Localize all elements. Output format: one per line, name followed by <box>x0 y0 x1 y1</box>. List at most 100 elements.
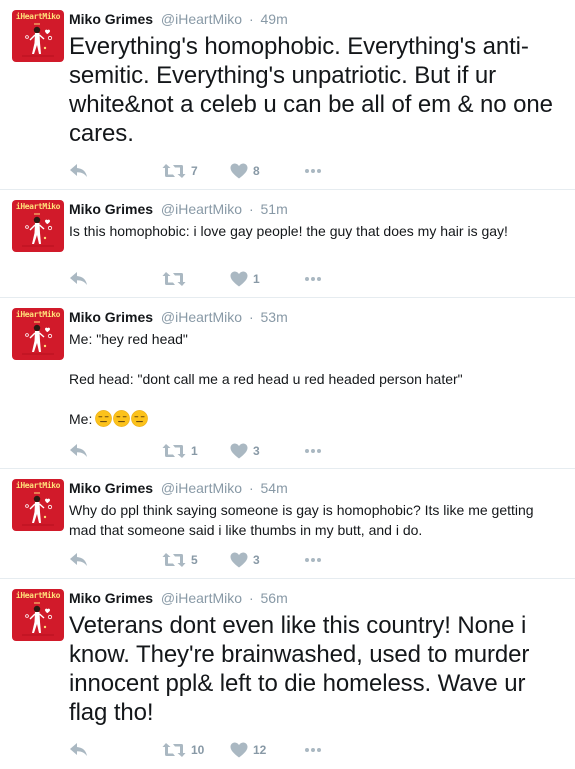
heart-icon <box>230 271 248 287</box>
retweet-icon <box>162 552 186 568</box>
tweet-header: Miko Grimes @iHeartMiko · 49m <box>69 10 561 28</box>
retweet-count: 1 <box>191 444 198 458</box>
more-dots-icon <box>304 747 322 753</box>
display-name[interactable]: Miko Grimes <box>69 480 153 496</box>
user-handle[interactable]: @iHeartMiko <box>161 309 242 325</box>
avatar-figure-icon <box>12 479 64 531</box>
like-count: 8 <box>253 164 260 178</box>
retweet-count: 5 <box>191 553 198 567</box>
reply-button[interactable] <box>69 269 89 289</box>
like-button[interactable]: 1 <box>230 269 260 289</box>
timestamp[interactable]: 54m <box>261 480 288 496</box>
retweet-button[interactable]: 7 <box>162 161 198 181</box>
retweet-icon <box>162 271 186 287</box>
retweet-count: 10 <box>191 743 205 757</box>
tweet-text: Is this homophobic: i love gay people! t… <box>69 223 508 239</box>
tweet-feed: iHeartMiko Miko Grimes @iHeartMiko · 49m… <box>0 0 575 769</box>
more-button[interactable] <box>304 161 322 181</box>
like-button[interactable]: 12 <box>230 740 266 760</box>
like-count: 3 <box>253 444 260 458</box>
retweet-button[interactable]: 10 <box>162 740 204 760</box>
like-count: 1 <box>253 272 260 286</box>
timestamp[interactable]: 49m <box>261 11 288 27</box>
emoji-group <box>95 410 148 427</box>
reply-button[interactable] <box>69 161 89 181</box>
more-button[interactable] <box>304 269 322 289</box>
reply-arrow-icon <box>69 271 89 287</box>
retweet-count: 7 <box>191 164 198 178</box>
user-handle[interactable]: @iHeartMiko <box>161 590 242 606</box>
like-count: 12 <box>253 743 267 757</box>
like-count: 3 <box>253 553 260 567</box>
tweet[interactable]: iHeartMiko Miko Grimes @iHeartMiko · 54m… <box>0 469 575 579</box>
user-handle[interactable]: @iHeartMiko <box>161 11 242 27</box>
reply-arrow-icon <box>69 163 89 179</box>
tweet-text: Veterans dont even like this country! No… <box>69 612 536 726</box>
reply-arrow-icon <box>69 443 89 459</box>
retweet-icon <box>162 742 186 758</box>
tweet-header: Miko Grimes @iHeartMiko · 54m <box>69 479 561 497</box>
separator-dot: · <box>248 309 254 325</box>
like-button[interactable]: 3 <box>230 550 260 570</box>
avatar-figure-icon <box>12 10 64 62</box>
heart-icon <box>230 443 248 459</box>
action-bar: 1 <box>69 269 389 289</box>
avatar[interactable]: iHeartMiko <box>12 589 64 641</box>
avatar[interactable]: iHeartMiko <box>12 479 64 531</box>
like-button[interactable]: 3 <box>230 441 260 461</box>
timestamp[interactable]: 51m <box>261 201 288 217</box>
separator-dot: · <box>248 11 254 27</box>
more-button[interactable] <box>304 740 322 760</box>
tweet-header: Miko Grimes @iHeartMiko · 53m <box>69 308 561 326</box>
avatar-figure-icon <box>12 200 64 252</box>
tweet[interactable]: iHeartMiko Miko Grimes @iHeartMiko · 51m… <box>0 190 575 298</box>
reply-button[interactable] <box>69 550 89 570</box>
reply-button[interactable] <box>69 441 89 461</box>
more-dots-icon <box>304 276 322 282</box>
tweet[interactable]: iHeartMiko Miko Grimes @iHeartMiko · 56m… <box>0 579 575 769</box>
retweet-icon <box>162 443 186 459</box>
tweet-text: Why do ppl think saying someone is gay i… <box>69 502 538 538</box>
retweet-button[interactable]: 5 <box>162 550 198 570</box>
heart-icon <box>230 163 248 179</box>
retweet-button[interactable]: 1 <box>162 441 198 461</box>
display-name[interactable]: Miko Grimes <box>69 11 153 27</box>
more-button[interactable] <box>304 550 322 570</box>
expressionless-face-emoji-icon <box>131 410 148 427</box>
avatar-figure-icon <box>12 589 64 641</box>
heart-icon <box>230 742 248 758</box>
retweet-button[interactable] <box>162 269 191 289</box>
action-bar: 1 3 <box>69 441 389 461</box>
like-button[interactable]: 8 <box>230 161 260 181</box>
display-name[interactable]: Miko Grimes <box>69 590 153 606</box>
timestamp[interactable]: 56m <box>261 590 288 606</box>
retweet-icon <box>162 163 186 179</box>
action-bar: 5 3 <box>69 550 389 570</box>
more-button[interactable] <box>304 441 322 461</box>
avatar[interactable]: iHeartMiko <box>12 308 64 360</box>
tweet[interactable]: iHeartMiko Miko Grimes @iHeartMiko · 49m… <box>0 0 575 190</box>
avatar[interactable]: iHeartMiko <box>12 200 64 252</box>
reply-arrow-icon <box>69 552 89 568</box>
more-dots-icon <box>304 557 322 563</box>
tweet-text: Me: "hey red head" Red head: "dont call … <box>69 329 561 429</box>
reply-button[interactable] <box>69 740 89 760</box>
tweet-text: Everything's homophobic. Everything's an… <box>69 33 560 147</box>
more-dots-icon <box>304 448 322 454</box>
more-dots-icon <box>304 168 322 174</box>
tweet[interactable]: iHeartMiko Miko Grimes @iHeartMiko · 53m… <box>0 298 575 469</box>
avatar[interactable]: iHeartMiko <box>12 10 64 62</box>
display-name[interactable]: Miko Grimes <box>69 309 153 325</box>
action-bar: 7 8 <box>69 161 389 181</box>
heart-icon <box>230 552 248 568</box>
user-handle[interactable]: @iHeartMiko <box>161 480 242 496</box>
expressionless-face-emoji-icon <box>113 410 130 427</box>
separator-dot: · <box>248 201 254 217</box>
timestamp[interactable]: 53m <box>261 309 288 325</box>
display-name[interactable]: Miko Grimes <box>69 201 153 217</box>
tweet-header: Miko Grimes @iHeartMiko · 51m <box>69 200 561 218</box>
user-handle[interactable]: @iHeartMiko <box>161 201 242 217</box>
separator-dot: · <box>248 480 254 496</box>
expressionless-face-emoji-icon <box>95 410 112 427</box>
separator-dot: · <box>248 590 254 606</box>
